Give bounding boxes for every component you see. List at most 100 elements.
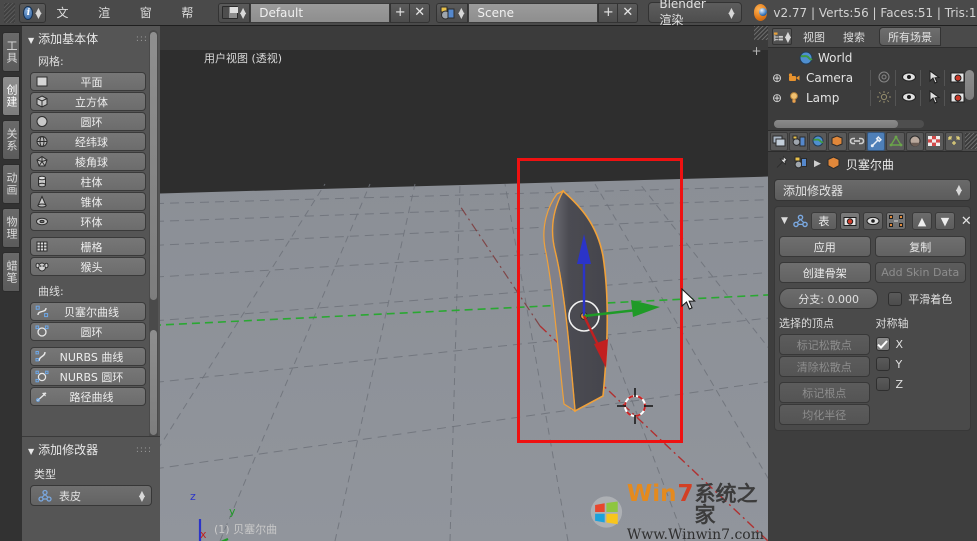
- add-mesh-grid-button[interactable]: 栅格: [30, 237, 146, 256]
- add-mesh-monkey-button[interactable]: 猴头: [30, 257, 146, 276]
- add-curve-path-button[interactable]: 路径曲线: [30, 387, 146, 406]
- sidebar-tab-relations[interactable]: 关系: [2, 120, 20, 160]
- mark-root-button[interactable]: 标记根点: [779, 382, 870, 403]
- editor-type-selector[interactable]: i ▲ ▼: [19, 2, 46, 23]
- new-screen-button[interactable]: +: [390, 2, 411, 23]
- add-primitive-panel-header[interactable]: ▼ 添加基本体 ::::: [22, 26, 160, 49]
- branch-smoothing-field[interactable]: 分支: 0.000: [779, 288, 879, 309]
- render-engine-selector[interactable]: Blender 渲染 ▲ ▼: [648, 0, 742, 27]
- tool-shelf-scrollbar[interactable]: [149, 30, 158, 442]
- screen-layout-name-field[interactable]: Default: [250, 2, 391, 23]
- add-mesh-cone-button[interactable]: 锥体: [30, 192, 146, 211]
- properties-tab-object[interactable]: [828, 131, 847, 151]
- outliner-vertical-scrollbar[interactable]: [965, 70, 974, 100]
- outliner-horizontal-scrollbar[interactable]: [774, 120, 924, 128]
- modifier-editmode-toggle[interactable]: [885, 212, 906, 230]
- selectability-cursor-icon[interactable]: [926, 69, 944, 87]
- collapse-chevron-icon[interactable]: ▼: [779, 216, 790, 226]
- modifier-render-toggle[interactable]: [839, 212, 860, 230]
- symmetry-z-row[interactable]: Z: [875, 374, 967, 394]
- selectability-cursor-icon[interactable]: [926, 89, 944, 107]
- object-breadcrumb-icon[interactable]: [826, 155, 841, 173]
- sidebar-tab-greasepencil[interactable]: 蜡笔: [2, 252, 20, 292]
- scene-name-field[interactable]: Scene: [468, 2, 599, 23]
- sidebar-tab-physics[interactable]: 物理: [2, 208, 20, 248]
- symmetry-x-row[interactable]: X: [875, 334, 967, 354]
- symmetry-y-row[interactable]: Y: [875, 354, 967, 374]
- outliner-row-lamp[interactable]: ⊕ Lamp: [768, 88, 977, 108]
- symmetry-y-checkbox[interactable]: [875, 357, 890, 371]
- add-mesh-cube-button[interactable]: 立方体: [30, 92, 146, 111]
- properties-tab-render[interactable]: [770, 131, 789, 151]
- camera-data-icon[interactable]: [876, 70, 892, 87]
- smooth-shading-checkbox[interactable]: [888, 291, 903, 306]
- viewport-3d[interactable]: + 用户视图 (透视) z y x (1) 贝塞尔曲 Win 7 系统之家 Ww…: [160, 26, 768, 541]
- add-mesh-torus-button[interactable]: 环体: [30, 212, 146, 231]
- visibility-eye-icon[interactable]: [900, 91, 918, 106]
- add-mesh-plane-button[interactable]: 平面: [30, 72, 146, 91]
- properties-tab-data[interactable]: [886, 131, 905, 151]
- symmetry-z-checkbox[interactable]: [875, 377, 890, 391]
- mark-loose-button[interactable]: 标记松散点: [779, 334, 870, 355]
- add-modifier-panel-header[interactable]: ▼ 添加修改器 ::::: [22, 437, 160, 460]
- properties-grip[interactable]: [964, 133, 977, 149]
- delete-scene-button[interactable]: ✕: [618, 2, 639, 23]
- add-curve-bezier-circle-button[interactable]: 圆环: [30, 322, 146, 341]
- properties-tab-texture[interactable]: [925, 131, 944, 151]
- create-armature-button[interactable]: 创建骨架: [779, 262, 871, 283]
- outliner-menu-search[interactable]: 搜索: [836, 29, 872, 45]
- new-scene-button[interactable]: +: [598, 2, 619, 23]
- expand-icon[interactable]: ⊕: [768, 91, 786, 105]
- properties-tab-world[interactable]: [808, 131, 828, 151]
- properties-tab-constraints[interactable]: [847, 131, 866, 151]
- lamp-data-icon[interactable]: [876, 90, 892, 107]
- properties-tab-material[interactable]: [905, 131, 925, 151]
- menu-file[interactable]: 文件: [46, 0, 88, 46]
- equalize-radii-button[interactable]: 均化半径: [779, 404, 870, 425]
- outliner-row-world[interactable]: World: [768, 48, 977, 68]
- outliner-tree[interactable]: World ⊕ Camera ⊕ Lamp: [768, 48, 977, 130]
- sidebar-tab-tools[interactable]: 工具: [2, 32, 20, 72]
- sidebar-tab-create[interactable]: 创建: [2, 76, 20, 116]
- scene-breadcrumb-icon[interactable]: [794, 156, 809, 173]
- add-mesh-uvsphere-button[interactable]: 经纬球: [30, 132, 146, 151]
- apply-button[interactable]: 应用: [779, 236, 871, 257]
- add-mesh-circle-button[interactable]: 圆环: [30, 112, 146, 131]
- properties-tab-modifiers[interactable]: [866, 131, 886, 151]
- sidebar-tab-animation[interactable]: 动画: [2, 164, 20, 204]
- clear-loose-button[interactable]: 清除松散点: [779, 356, 870, 377]
- copy-button[interactable]: 复制: [874, 236, 966, 257]
- symmetry-x-checkbox[interactable]: [875, 337, 890, 351]
- menu-help[interactable]: 帮助: [170, 0, 212, 46]
- add-mesh-icosphere-button[interactable]: 棱角球: [30, 152, 146, 171]
- add-skin-data-button[interactable]: Add Skin Data: [874, 262, 966, 283]
- outliner-editor-type-button[interactable]: ▲ ▼: [772, 28, 792, 45]
- pin-icon[interactable]: [774, 155, 789, 173]
- expand-icon[interactable]: ⊕: [768, 71, 786, 85]
- modifier-viewport-toggle[interactable]: [862, 212, 883, 230]
- modifier-move-down-button[interactable]: ▼: [934, 212, 955, 230]
- visibility-eye-icon[interactable]: [900, 71, 918, 86]
- outliner-display-mode[interactable]: 所有场景: [879, 27, 941, 46]
- add-curve-bezier-button[interactable]: 贝塞尔曲线: [30, 302, 146, 321]
- outliner-row-camera[interactable]: ⊕ Camera: [768, 68, 977, 88]
- viewport-grip[interactable]: [754, 26, 768, 40]
- modifier-delete-icon[interactable]: ✕: [958, 214, 975, 229]
- add-mesh-cylinder-button[interactable]: 柱体: [30, 172, 146, 191]
- window-grip[interactable]: [4, 2, 16, 23]
- scene-browse-button[interactable]: ▲ ▼: [436, 2, 469, 23]
- viewport-toolbar-toggle[interactable]: +: [751, 45, 762, 57]
- add-modifier-dropdown[interactable]: 添加修改器 ▲ ▼: [774, 179, 971, 201]
- modifier-name-field[interactable]: 表: [810, 212, 837, 230]
- screen-layout-browse-button[interactable]: ▲ ▼: [218, 2, 251, 23]
- modifier-move-up-button[interactable]: ▲: [911, 212, 932, 230]
- properties-tab-particles[interactable]: [944, 131, 963, 151]
- menu-render[interactable]: 渲染: [87, 0, 129, 46]
- properties-tab-scene[interactable]: [789, 131, 808, 151]
- menu-window[interactable]: 窗口: [129, 0, 171, 46]
- add-curve-nurbs-button[interactable]: NURBS 曲线: [30, 347, 146, 366]
- outliner-menu-view[interactable]: 视图: [796, 29, 832, 45]
- add-curve-nurbs-circle-button[interactable]: NURBS 圆环: [30, 367, 146, 386]
- delete-screen-button[interactable]: ✕: [410, 2, 431, 23]
- modifier-type-dropdown[interactable]: 表皮 ▲ ▼: [30, 485, 152, 506]
